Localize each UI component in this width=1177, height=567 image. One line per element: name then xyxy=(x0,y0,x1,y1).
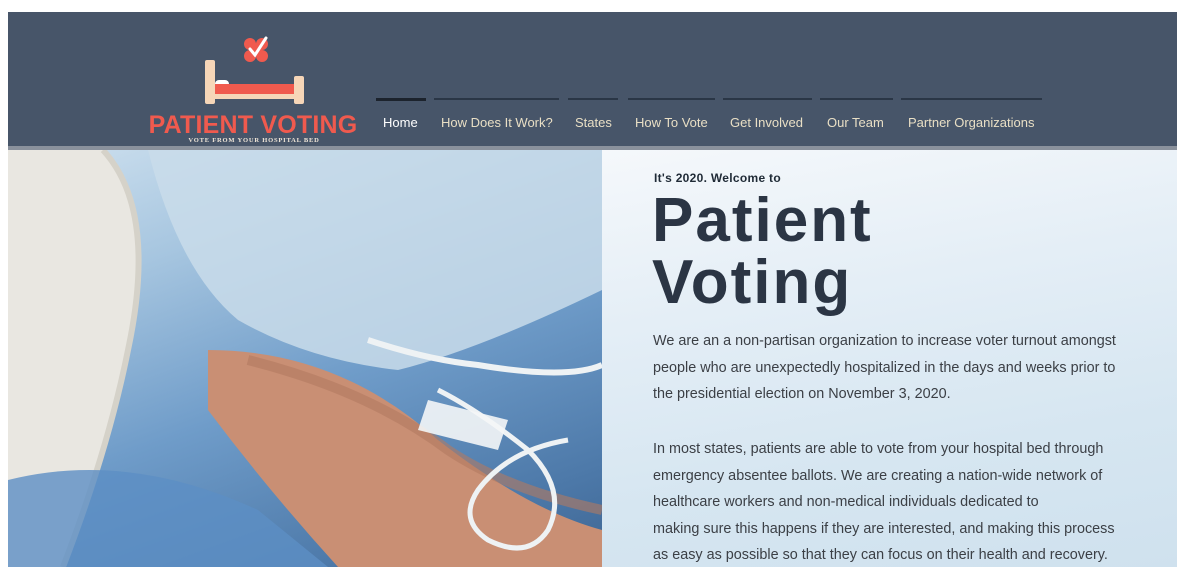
paragraph-line: the presidential election on November 3,… xyxy=(653,386,951,402)
hero-title-line-1: Patient xyxy=(652,186,873,255)
hospital-bed-checkmark-icon xyxy=(205,36,304,104)
paragraph-line: people who are unexpectedly hospitalized… xyxy=(653,359,1116,376)
hero-photo-illustration xyxy=(8,150,604,567)
paragraph-line: as easy as possible so that they can foc… xyxy=(653,547,1108,563)
page-frame: PATIENT VOTING VOTE FROM YOUR HOSPITAL B… xyxy=(8,12,1177,567)
logo-title: PATIENT VOTING xyxy=(148,111,358,139)
paragraph-line: emergency absentee ballots. We are creat… xyxy=(653,467,1103,484)
hospital-patient-arm-iv-photo xyxy=(8,150,604,567)
hero-kicker: It's 2020. Welcome to xyxy=(654,171,781,185)
hero-title: Patient Voting xyxy=(652,190,873,314)
nav-get-involved[interactable]: Get Involved xyxy=(723,98,812,138)
nav-partner-organizations[interactable]: Partner Organizations xyxy=(901,98,1042,138)
nav-how-does-it-work[interactable]: How Does It Work? xyxy=(434,98,559,138)
site-logo[interactable]: PATIENT VOTING VOTE FROM YOUR HOSPITAL B… xyxy=(148,32,368,144)
nav-our-team[interactable]: Our Team xyxy=(820,98,893,138)
nav-home[interactable]: Home xyxy=(376,98,426,138)
hero-paragraph-1: We are an a non-partisan organization to… xyxy=(653,328,1153,408)
hero-paragraph-2: In most states, patients are able to vot… xyxy=(653,436,1153,567)
paragraph-line: healthcare workers and non-medical indiv… xyxy=(653,494,1039,510)
paragraph-line: making sure this happens if they are int… xyxy=(653,520,1115,537)
hero-title-line-2: Voting xyxy=(652,248,853,317)
hero-section: It's 2020. Welcome to Patient Voting We … xyxy=(8,150,1177,567)
nav-states[interactable]: States xyxy=(568,98,618,138)
paragraph-line: We are an a non-partisan organization to… xyxy=(653,333,1116,349)
paragraph-line: In most states, patients are able to vot… xyxy=(653,441,1104,457)
logo-tagline: VOTE FROM YOUR HOSPITAL BED xyxy=(188,137,320,144)
nav-how-to-vote[interactable]: How To Vote xyxy=(628,98,715,138)
site-header: PATIENT VOTING VOTE FROM YOUR HOSPITAL B… xyxy=(8,12,1177,146)
